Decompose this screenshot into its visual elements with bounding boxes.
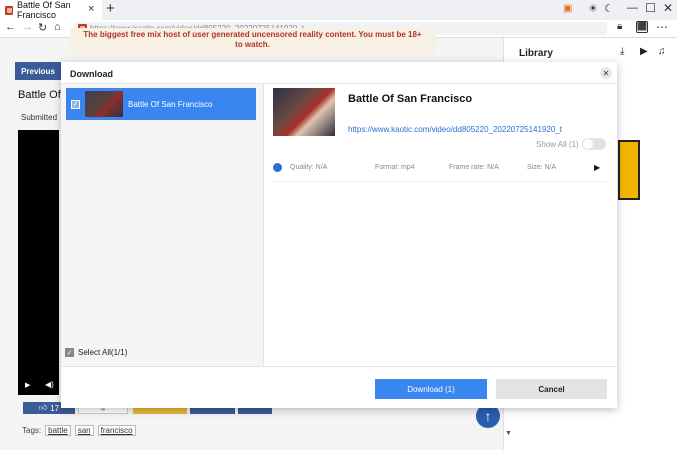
- tag-link[interactable]: francisco: [97, 425, 136, 436]
- lock-icon[interactable]: 🔒︎: [617, 21, 622, 32]
- new-tab-icon[interactable]: +: [106, 0, 115, 17]
- item-thumbnail: [85, 91, 123, 117]
- extension-icon[interactable]: ⬛: [636, 21, 648, 33]
- age-warning: The biggest free mix host of user genera…: [70, 28, 435, 54]
- show-all-toggle[interactable]: [582, 138, 606, 150]
- minimize-icon[interactable]: —: [627, 2, 638, 14]
- quality-value: Quality: N/A: [290, 164, 328, 171]
- show-all-count: (1): [568, 140, 579, 149]
- detail-url-link[interactable]: https://www.kaotic.com/video/dd805220_20…: [348, 125, 562, 134]
- submitted-label: Submitted: [21, 113, 58, 122]
- previous-button[interactable]: Previous: [15, 62, 61, 80]
- like-count: 17: [50, 403, 60, 413]
- thumbs-up-icon: 👍︎: [38, 403, 48, 412]
- gift-icon[interactable]: ▣: [563, 3, 572, 14]
- warning-line-1: The biggest free mix host of user genera…: [83, 30, 422, 39]
- frame-rate-value: Frame rate: N/A: [449, 164, 499, 171]
- tag-link[interactable]: battle: [45, 425, 71, 436]
- volume-icon[interactable]: ◀): [45, 380, 54, 389]
- home-icon[interactable]: ⌂: [54, 21, 61, 33]
- scroll-down-icon[interactable]: ▼: [505, 430, 512, 437]
- video-title: Battle Of: [18, 89, 61, 101]
- tags-row: Tags: battle san francisco: [22, 425, 136, 436]
- format-divider: [272, 181, 607, 182]
- item-list-pane: [61, 84, 264, 366]
- more-menu-icon[interactable]: ⋯: [656, 20, 668, 34]
- format-radio[interactable]: [273, 163, 282, 172]
- show-all-label: Show All (1): [536, 140, 579, 149]
- format-value: Format: mp4: [375, 164, 415, 171]
- library-title: Library: [519, 48, 553, 59]
- video-player[interactable]: [18, 130, 59, 395]
- tab-close-icon[interactable]: ×: [88, 3, 94, 15]
- dialog-title: Download: [70, 69, 113, 79]
- window-close-icon[interactable]: ✕: [663, 1, 673, 15]
- select-all-check-icon: ✓: [65, 348, 74, 357]
- select-all-checkbox[interactable]: ✓ Select All(1/1): [65, 348, 127, 357]
- site-favicon-icon: [5, 5, 14, 15]
- show-all-text: Show All: [536, 140, 567, 149]
- download-icon[interactable]: ⤓: [620, 46, 624, 57]
- maximize-icon[interactable]: ☐: [645, 1, 656, 15]
- moon-icon[interactable]: ☾: [604, 2, 614, 15]
- audio-icon[interactable]: ♫: [658, 46, 666, 57]
- detail-thumbnail: [273, 88, 335, 136]
- warning-line-2: to watch.: [235, 40, 270, 49]
- video-icon[interactable]: ▶: [640, 46, 648, 57]
- tag-link[interactable]: san: [74, 425, 94, 436]
- forward-icon[interactable]: →: [22, 21, 33, 33]
- brightness-icon[interactable]: ☀: [588, 2, 598, 15]
- download-item[interactable]: ✓ Battle Of San Francisco: [66, 88, 256, 120]
- item-name: Battle Of San Francisco: [128, 99, 213, 109]
- play-icon[interactable]: ▶: [25, 381, 30, 389]
- select-all-label: Select All(1/1): [78, 348, 128, 357]
- cancel-button[interactable]: Cancel: [496, 379, 607, 399]
- size-value: Size: N/A: [527, 164, 557, 171]
- detail-title: Battle Of San Francisco: [348, 93, 473, 105]
- dialog-close-icon[interactable]: ✕: [600, 67, 612, 79]
- item-checkbox[interactable]: ✓: [71, 99, 80, 109]
- footer-divider: [61, 366, 617, 367]
- browser-tab[interactable]: Battle Of San Francisco: [0, 0, 102, 20]
- download-button[interactable]: Download (1): [375, 379, 487, 399]
- back-icon[interactable]: ←: [5, 21, 16, 33]
- library-artwork: [618, 140, 640, 200]
- reload-icon[interactable]: ↻: [38, 21, 47, 34]
- tags-label: Tags:: [22, 426, 42, 435]
- video-source-icon: ▶: [594, 163, 601, 172]
